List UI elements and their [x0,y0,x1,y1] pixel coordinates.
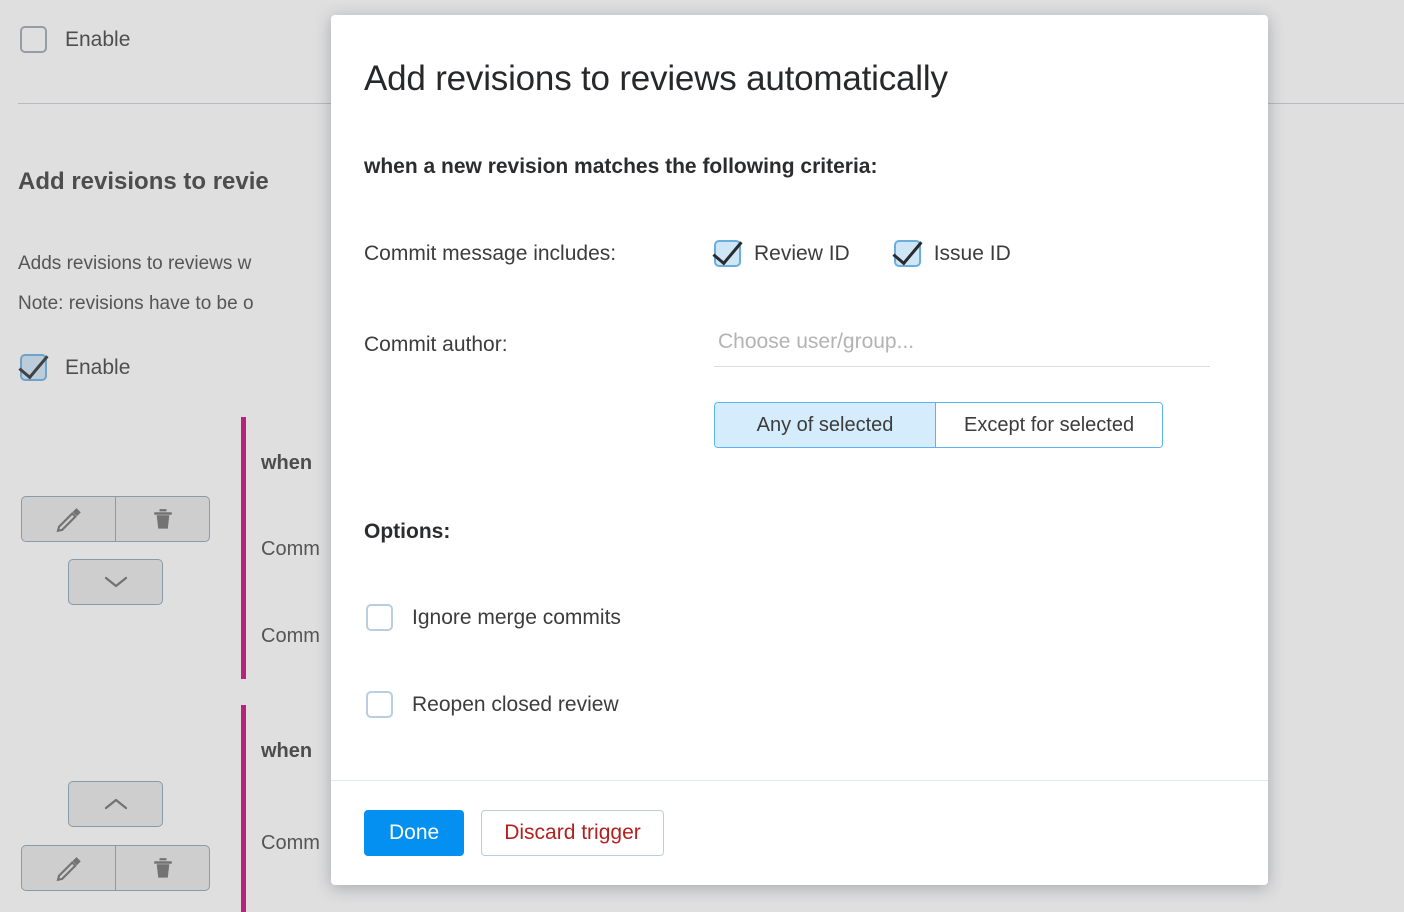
issue-id-checkbox[interactable] [893,240,921,267]
delete-trigger-button-1[interactable] [115,497,209,541]
commit-author-mode-toggle[interactable]: Any of selected Except for selected [714,402,1164,448]
add-revisions-trigger-dialog: Add revisions to reviews automatically w… [331,15,1268,885]
pencil-icon [56,508,81,533]
trash-icon [153,509,172,529]
trigger-line-1a: Comm [261,538,320,560]
reopen-closed-review-row[interactable]: Reopen closed review [366,691,619,718]
trigger-accent-bar-2 [241,705,246,912]
criteria-heading: when a new revision matches the followin… [364,155,878,178]
page-description-line-2: Note: revisions have to be o [18,293,254,314]
ignore-merge-commits-row[interactable]: Ignore merge commits [366,604,621,631]
ignore-merge-commits-label: Ignore merge commits [412,605,621,629]
review-id-checkbox-row[interactable]: Review ID [714,240,850,267]
edit-trigger-button-2[interactable] [22,846,115,890]
commit-message-label: Commit message includes: [364,241,617,265]
trigger-actions-2[interactable] [21,845,210,891]
ignore-merge-commits-checkbox[interactable] [366,604,393,631]
trigger-line-1b: Comm [261,625,320,647]
trigger-when-label-2: when [261,740,313,762]
commit-author-label: Commit author: [364,333,508,356]
review-id-label: Review ID [754,241,850,265]
page-description-line-1: Adds revisions to reviews w [18,253,252,274]
edit-trigger-button-1[interactable] [22,497,115,541]
dialog-body: Add revisions to reviews automatically w… [331,15,1268,780]
discard-trigger-button[interactable]: Discard trigger [481,810,664,856]
chevron-down-icon [104,576,127,588]
enable-label-top: Enable [65,27,131,51]
enable-checkbox-feature[interactable] [20,354,47,381]
commit-author-row: Commit author: [364,330,1210,367]
enable-row-feature[interactable]: Enable [20,354,130,381]
trigger-actions-1[interactable] [21,496,210,542]
enable-checkbox-top[interactable] [20,26,47,53]
segment-except-for-selected[interactable]: Except for selected [935,403,1163,447]
page-description: Adds revisions to reviews w Note: revisi… [18,244,254,324]
pencil-icon [56,857,81,882]
page-title: Add revisions to revie [18,168,269,195]
enable-row-top[interactable]: Enable [20,26,130,53]
expand-trigger-button-2[interactable] [68,781,163,827]
dialog-footer: Done Discard trigger [331,780,1268,885]
options-heading: Options: [364,520,451,543]
issue-id-checkbox-row[interactable]: Issue ID [893,240,1011,267]
commit-author-input[interactable] [714,330,1210,367]
review-id-checkbox[interactable] [714,240,741,267]
reopen-closed-review-label: Reopen closed review [412,692,619,716]
chevron-up-icon [104,798,127,810]
trigger-when-label-1: when [261,452,313,474]
collapse-trigger-button-1[interactable] [68,559,163,605]
trash-icon [153,858,172,878]
trigger-line-2a: Comm [261,832,320,854]
done-button[interactable]: Done [364,810,465,856]
segment-any-of-selected[interactable]: Any of selected [715,403,935,447]
reopen-closed-review-checkbox[interactable] [366,691,393,718]
dialog-title: Add revisions to reviews automatically [364,59,948,98]
trigger-accent-bar-1 [241,417,246,679]
enable-label-feature: Enable [65,355,131,379]
commit-message-row: Commit message includes: Review ID Issue… [364,240,1011,267]
issue-id-label: Issue ID [933,241,1011,265]
delete-trigger-button-2[interactable] [115,846,209,890]
